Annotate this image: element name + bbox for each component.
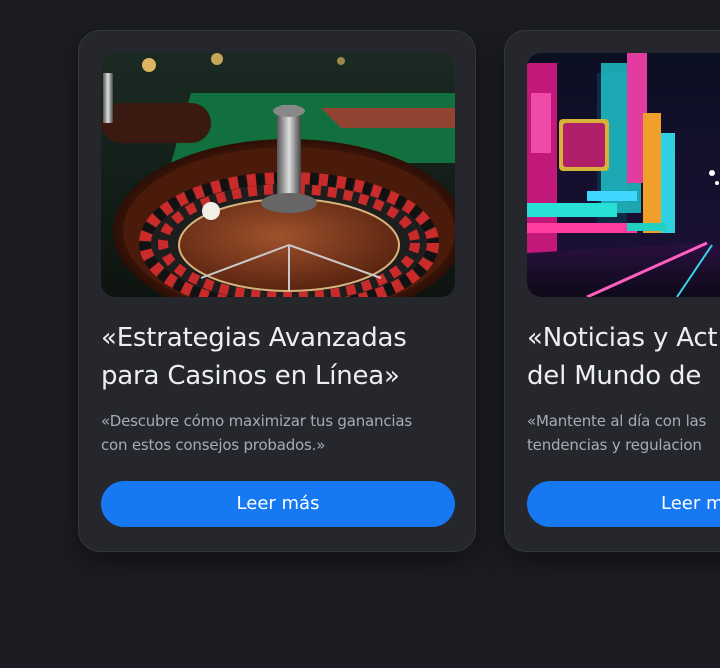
roulette-wheel-image[interactable] [101, 53, 455, 297]
neon-city-illustration [527, 53, 720, 297]
neon-city-street-image[interactable] [527, 53, 720, 297]
article-card: «Estrategias Avanzadas para Casinos en L… [78, 30, 476, 552]
card-description: «Descubre cómo maximizar tus ganancias c… [101, 412, 412, 454]
card-title: «Noticias y Act del Mundo de [527, 323, 718, 391]
roulette-illustration [101, 53, 455, 297]
read-more-button[interactable]: Leer más [101, 481, 455, 527]
card-title: «Estrategias Avanzadas para Casinos en L… [101, 323, 407, 391]
article-card: «Noticias y Act del Mundo de «Mantente a… [504, 30, 720, 552]
read-more-button[interactable]: Leer m [527, 481, 720, 527]
card-description: «Mantente al día con las tendencias y re… [527, 412, 707, 454]
article-card-carousel: «Estrategias Avanzadas para Casinos en L… [0, 0, 720, 668]
